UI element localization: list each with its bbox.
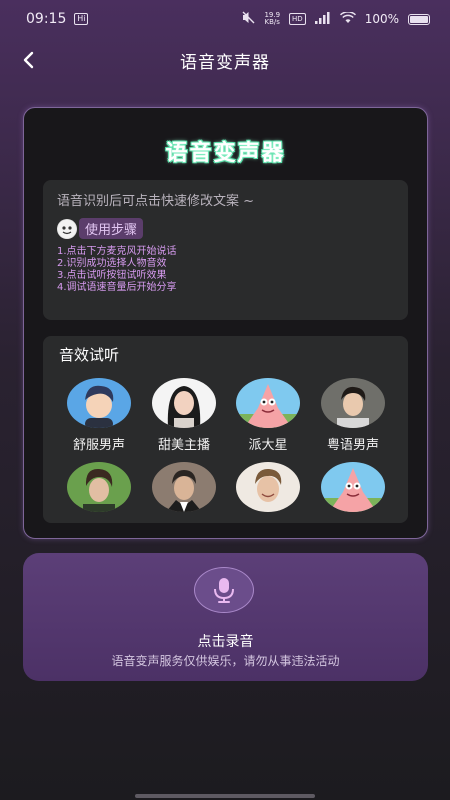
hd-icon: HD: [289, 13, 306, 25]
disclaimer-text: 语音变声服务仅供娱乐，请勿从事违法活动: [111, 654, 340, 668]
voice-item-cantonese-male[interactable]: 粤语男声: [313, 378, 393, 453]
voice-item-sweet-host[interactable]: 甜美主播: [144, 378, 224, 453]
voice-label: 甜美主播: [157, 438, 210, 453]
step-item: 2.识别成功选择人物音效: [57, 258, 167, 269]
patrick-star-avatar: [236, 378, 300, 428]
tips-intro: 语音识别后可点击快速修改文案 ~: [57, 194, 255, 209]
card-title: 语音变声器: [165, 141, 286, 166]
voice-item-comfortable-male[interactable]: 舒服男声: [59, 378, 139, 453]
chevron-left-icon: [23, 51, 34, 69]
voice-item-6[interactable]: [144, 462, 224, 512]
effects-panel: 音效试听 舒服男声 甜美主播 派大星 粤语男声: [43, 336, 408, 523]
record-panel: 点击录音 语音变声服务仅供娱乐，请勿从事违法活动: [23, 553, 428, 681]
tips-panel: 语音识别后可点击快速修改文案 ~ 使用步骤 1.点击下方麦克风开始说话 2.识别…: [43, 180, 408, 320]
effects-title: 音效试听: [59, 346, 120, 364]
nav-bar: 语音变声器: [0, 38, 450, 82]
young-man-avatar: [321, 378, 385, 428]
speed-unit: KB/s: [264, 18, 280, 26]
voice-item-5[interactable]: [59, 462, 139, 512]
back-button[interactable]: [14, 46, 42, 74]
voice-label: 派大星: [248, 438, 288, 453]
mute-icon: [242, 11, 255, 27]
cartoon-boy-avatar: [67, 378, 131, 428]
steps-tag: 使用步骤: [57, 218, 144, 239]
smiling-man-avatar: [236, 462, 300, 512]
home-indicator: [135, 794, 315, 798]
curly-hair-man-avatar: [67, 462, 131, 512]
record-label: 点击录音: [197, 634, 254, 650]
voice-label: 舒服男声: [72, 438, 125, 453]
steps-tag-label: 使用步骤: [79, 218, 144, 239]
wifi-icon: [339, 10, 356, 27]
step-item: 4.调试语速音量后开始分享: [57, 282, 177, 293]
record-button[interactable]: [194, 567, 254, 613]
page-title: 语音变声器: [180, 52, 270, 73]
woman-portrait-avatar: [152, 378, 216, 428]
signal-icon: [314, 11, 331, 27]
voice-label: 粤语男声: [326, 438, 379, 453]
steps-list: 1.点击下方麦克风开始说话 2.识别成功选择人物音效 3.点击试听按钮试听效果 …: [57, 246, 177, 294]
voice-item-8[interactable]: [313, 462, 393, 512]
step-item: 1.点击下方麦克风开始说话: [57, 246, 177, 257]
main-card: 语音变声器 语音识别后可点击快速修改文案 ~ 使用步骤 1.点击下方麦克风开始说…: [23, 107, 428, 539]
microphone-icon: [214, 578, 234, 603]
status-bar: 09:15 Hi 19.9 KB/s HD 100%: [0, 0, 450, 38]
status-time: 09:15: [26, 11, 67, 27]
voice-item-patrick[interactable]: 派大星: [228, 378, 308, 453]
step-item: 3.点击试听按钮试听效果: [57, 270, 167, 281]
battery-icon: [408, 13, 430, 25]
battery-percent: 100%: [364, 12, 399, 26]
mascot-icon: [57, 218, 77, 239]
patrick-star-avatar-2: [321, 462, 385, 512]
older-man-avatar: [152, 462, 216, 512]
voice-item-7[interactable]: [228, 462, 308, 512]
network-speed: 19.9 KB/s: [264, 12, 280, 26]
notification-badge-icon: Hi: [74, 13, 89, 25]
